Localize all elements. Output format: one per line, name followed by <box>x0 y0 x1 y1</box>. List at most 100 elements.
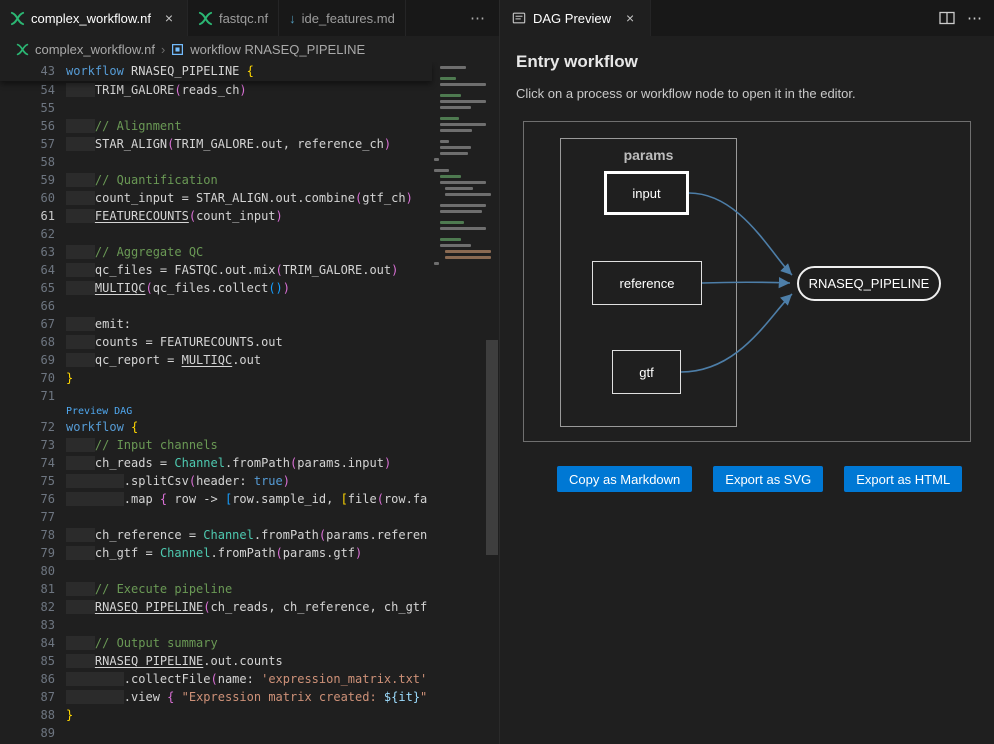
nextflow-icon <box>16 43 29 56</box>
line-number: 88 <box>0 706 55 724</box>
code-line-60[interactable]: 60 count_input = STAR_ALIGN.out.combine(… <box>0 189 499 207</box>
code-line-57[interactable]: 57 STAR_ALIGN(TRIM_GALORE.out, reference… <box>0 135 499 153</box>
more-tabs-button[interactable]: ⋯ <box>456 0 499 36</box>
code-line-62[interactable]: 62 <box>0 225 499 243</box>
line-number: 70 <box>0 369 55 387</box>
nextflow-icon <box>198 11 213 26</box>
minimap[interactable] <box>432 62 485 744</box>
editor-pane: complex_workflow.nf × fastqc.nf ↓ ide_fe… <box>0 0 499 744</box>
tab-complex-workflow[interactable]: complex_workflow.nf × <box>0 0 188 36</box>
symbol-workflow-icon <box>171 43 184 56</box>
code-line-86[interactable]: 86 .collectFile(name: 'expression_matrix… <box>0 670 499 688</box>
export-as-html-button[interactable]: Export as HTML <box>844 466 962 492</box>
code-line-88[interactable]: 88} <box>0 706 499 724</box>
export-buttons-row: Copy as Markdown Export as SVG Export as… <box>557 466 978 492</box>
dag-node-reference[interactable]: reference <box>592 261 702 305</box>
close-icon[interactable]: × <box>622 10 638 26</box>
line-number: 85 <box>0 652 55 670</box>
code-line-74[interactable]: 74 ch_reads = Channel.fromPath(params.in… <box>0 454 499 472</box>
line-number: 84 <box>0 634 55 652</box>
codelens-row: Preview DAG <box>0 405 499 418</box>
code-line-54[interactable]: 54 TRIM_GALORE(reads_ch) <box>0 81 499 99</box>
code-line-70[interactable]: 70} <box>0 369 499 387</box>
code-line-59[interactable]: 59 // Quantification <box>0 171 499 189</box>
code-line-66[interactable]: 66 <box>0 297 499 315</box>
code-line-69[interactable]: 69 qc_report = MULTIQC.out <box>0 351 499 369</box>
code-area[interactable]: 54 TRIM_GALORE(reads_ch)5556 // Alignmen… <box>0 81 499 744</box>
tab-ide-features[interactable]: ↓ ide_features.md <box>279 0 406 36</box>
editor-tab-bar: complex_workflow.nf × fastqc.nf ↓ ide_fe… <box>0 0 499 36</box>
code-line-76[interactable]: 76 .map { row -> [row.sample_id, [file(r… <box>0 490 499 508</box>
code-line-73[interactable]: 73 // Input channels <box>0 436 499 454</box>
preview-icon <box>512 11 526 25</box>
sticky-code: workflow RNASEQ_PIPELINE { <box>66 62 254 81</box>
dag-node-input[interactable]: input <box>604 171 689 215</box>
breadcrumb-file[interactable]: complex_workflow.nf <box>35 42 155 57</box>
code-line-77[interactable]: 77 <box>0 508 499 526</box>
line-number: 54 <box>0 81 55 99</box>
line-number: 86 <box>0 670 55 688</box>
export-as-svg-button[interactable]: Export as SVG <box>713 466 823 492</box>
code-line-78[interactable]: 78 ch_reference = Channel.fromPath(param… <box>0 526 499 544</box>
markdown-icon: ↓ <box>289 11 296 26</box>
line-number: 68 <box>0 333 55 351</box>
code-line-85[interactable]: 85 RNASEQ_PIPELINE.out.counts <box>0 652 499 670</box>
code-line-82[interactable]: 82 RNASEQ_PIPELINE(ch_reads, ch_referenc… <box>0 598 499 616</box>
line-number: 69 <box>0 351 55 369</box>
breadcrumb: complex_workflow.nf › workflow RNASEQ_PI… <box>0 36 499 62</box>
line-number: 60 <box>0 189 55 207</box>
code-line-81[interactable]: 81 // Execute pipeline <box>0 580 499 598</box>
code-line-64[interactable]: 64 qc_files = FASTQC.out.mix(TRIM_GALORE… <box>0 261 499 279</box>
tab-label: DAG Preview <box>533 11 611 26</box>
split-editor-icon[interactable] <box>939 11 955 25</box>
line-number: 67 <box>0 315 55 333</box>
code-line-84[interactable]: 84 // Output summary <box>0 634 499 652</box>
line-number: 61 <box>0 207 55 225</box>
codelens-preview-dag[interactable]: Preview DAG <box>66 405 132 418</box>
tab-dag-preview[interactable]: DAG Preview × <box>500 0 651 36</box>
panel-heading: Entry workflow <box>516 52 978 72</box>
code-line-80[interactable]: 80 <box>0 562 499 580</box>
code-line-61[interactable]: 61 FEATURECOUNTS(count_input) <box>0 207 499 225</box>
code-editor[interactable]: 43 workflow RNASEQ_PIPELINE { 54 TRIM_GA… <box>0 62 499 744</box>
code-line-58[interactable]: 58 <box>0 153 499 171</box>
code-line-63[interactable]: 63 // Aggregate QC <box>0 243 499 261</box>
copy-as-markdown-button[interactable]: Copy as Markdown <box>557 466 692 492</box>
line-number: 56 <box>0 117 55 135</box>
line-number: 43 <box>0 62 55 81</box>
dag-node-rnaseq-pipeline[interactable]: RNASEQ_PIPELINE <box>797 266 941 301</box>
code-line-65[interactable]: 65 MULTIQC(qc_files.collect()) <box>0 279 499 297</box>
line-number: 66 <box>0 297 55 315</box>
sticky-scroll-line[interactable]: 43 workflow RNASEQ_PIPELINE { <box>0 62 432 81</box>
code-line-56[interactable]: 56 // Alignment <box>0 117 499 135</box>
line-number: 76 <box>0 490 55 508</box>
code-line-67[interactable]: 67 emit: <box>0 315 499 333</box>
close-icon[interactable]: × <box>161 10 177 26</box>
line-number: 78 <box>0 526 55 544</box>
code-line-83[interactable]: 83 <box>0 616 499 634</box>
code-line-71[interactable]: 71 <box>0 387 499 405</box>
code-line-75[interactable]: 75 .splitCsv(header: true) <box>0 472 499 490</box>
tab-label: ide_features.md <box>302 11 395 26</box>
line-number: 83 <box>0 616 55 634</box>
code-line-68[interactable]: 68 counts = FEATURECOUNTS.out <box>0 333 499 351</box>
line-number: 59 <box>0 171 55 189</box>
code-line-89[interactable]: 89 <box>0 724 499 742</box>
breadcrumb-symbol[interactable]: workflow RNASEQ_PIPELINE <box>190 42 365 57</box>
panel-description: Click on a process or workflow node to o… <box>516 86 978 101</box>
line-number: 74 <box>0 454 55 472</box>
line-number: 55 <box>0 99 55 117</box>
dag-node-gtf[interactable]: gtf <box>612 350 681 394</box>
tab-fastqc[interactable]: fastqc.nf <box>188 0 279 36</box>
line-number: 57 <box>0 135 55 153</box>
code-line-87[interactable]: 87 .view { "Expression matrix created: $… <box>0 688 499 706</box>
more-actions-icon[interactable]: ⋯ <box>967 9 982 27</box>
scrollbar-thumb[interactable] <box>486 340 498 555</box>
line-number: 81 <box>0 580 55 598</box>
editor-scrollbar[interactable] <box>485 62 499 744</box>
code-line-72[interactable]: 72workflow { <box>0 418 499 436</box>
code-line-79[interactable]: 79 ch_gtf = Channel.fromPath(params.gtf) <box>0 544 499 562</box>
code-line-55[interactable]: 55 <box>0 99 499 117</box>
line-number: 79 <box>0 544 55 562</box>
panel-actions: ⋯ <box>939 0 994 36</box>
